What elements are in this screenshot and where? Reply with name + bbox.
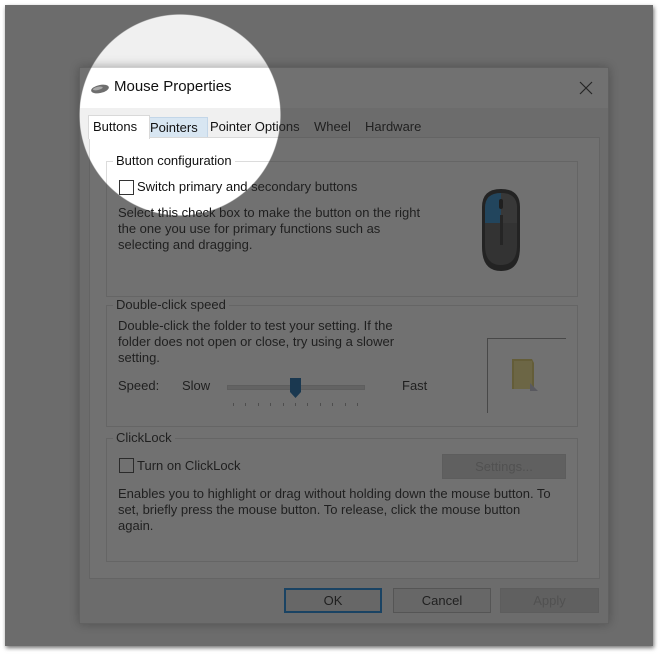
tab-hardware[interactable]: Hardware	[361, 117, 425, 137]
slider-tick	[233, 403, 234, 406]
apply-button[interactable]: Apply	[500, 588, 599, 613]
slider-tick	[319, 403, 321, 406]
tab-wheel[interactable]: Wheel	[310, 117, 355, 137]
button-configuration-group: Button configuration Switch primary and …	[106, 153, 578, 297]
clicklock-group: ClickLock Turn on ClickLock Settings... …	[106, 430, 578, 562]
mouse-image-icon	[479, 185, 523, 275]
tab-pointers[interactable]: Pointers	[145, 117, 208, 138]
slider-tick	[295, 403, 296, 406]
clicklock-checkbox-label[interactable]: Turn on ClickLock	[137, 458, 241, 474]
double-click-speed-group: Double-click speed Double-click the fold…	[106, 297, 578, 427]
clicklock-checkbox[interactable]	[119, 458, 134, 473]
tab-page-buttons: Button configuration Switch primary and …	[89, 137, 600, 579]
cancel-button[interactable]: Cancel	[393, 588, 491, 613]
slow-label: Slow	[182, 378, 211, 393]
fast-label: Fast	[402, 378, 428, 393]
window-title: Mouse Properties	[114, 78, 232, 95]
slider-thumb[interactable]	[289, 378, 301, 398]
double-click-speed-slider[interactable]	[227, 376, 367, 410]
button-configuration-label: Button configuration	[113, 153, 235, 168]
test-folder-area[interactable]	[487, 338, 566, 413]
speed-label: Speed:	[118, 378, 160, 393]
mouse-icon	[90, 82, 110, 94]
slider-tick	[357, 403, 358, 406]
switch-buttons-checkbox[interactable]	[119, 180, 134, 195]
slider-tick	[307, 403, 309, 406]
slider-tick	[282, 403, 284, 406]
slider-tick	[245, 403, 247, 406]
slider-tick	[344, 403, 346, 406]
slider-tick	[332, 403, 334, 406]
double-click-description: Double-click the folder to test your set…	[118, 318, 395, 365]
title-bar[interactable]: Mouse Properties	[80, 68, 608, 108]
folder-icon[interactable]	[508, 355, 544, 395]
clicklock-label: ClickLock	[113, 430, 175, 445]
clicklock-settings-button[interactable]: Settings...	[442, 454, 566, 479]
clicklock-description: Enables you to highlight or drag without…	[118, 486, 551, 533]
tab-pointer-options[interactable]: Pointer Options	[206, 117, 304, 137]
tab-buttons[interactable]: Buttons	[88, 115, 150, 139]
mouse-properties-dialog: Mouse Properties Buttons Pointers Pointe…	[79, 67, 609, 624]
double-click-speed-label: Double-click speed	[113, 297, 229, 312]
slider-tick	[257, 403, 259, 406]
slider-tick	[270, 403, 272, 406]
button-configuration-description: Select this check box to make the button…	[118, 205, 421, 252]
switch-buttons-label[interactable]: Switch primary and secondary buttons	[137, 179, 357, 195]
close-icon[interactable]	[574, 76, 598, 100]
ok-button[interactable]: OK	[284, 588, 382, 613]
